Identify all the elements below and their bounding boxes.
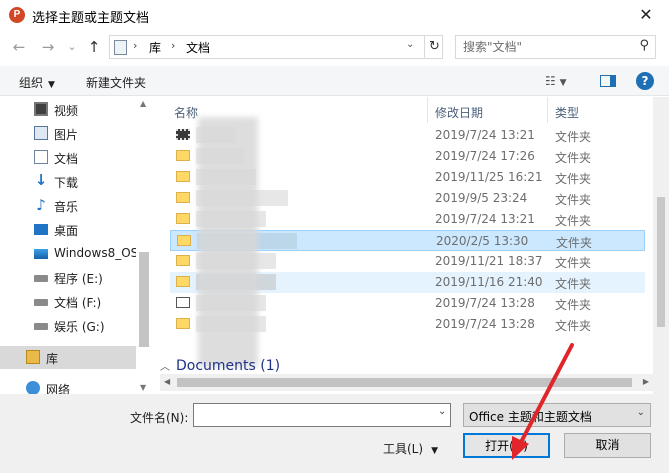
annotation-arrow (512, 343, 574, 460)
arrow-shaft (517, 343, 574, 448)
file-open-dialog: P 选择主题或主题文档 ✕ ← → ⌄ ↑ › 库 › 文档 ⌄ ↻ ⚲ 组织▼… (0, 0, 669, 473)
